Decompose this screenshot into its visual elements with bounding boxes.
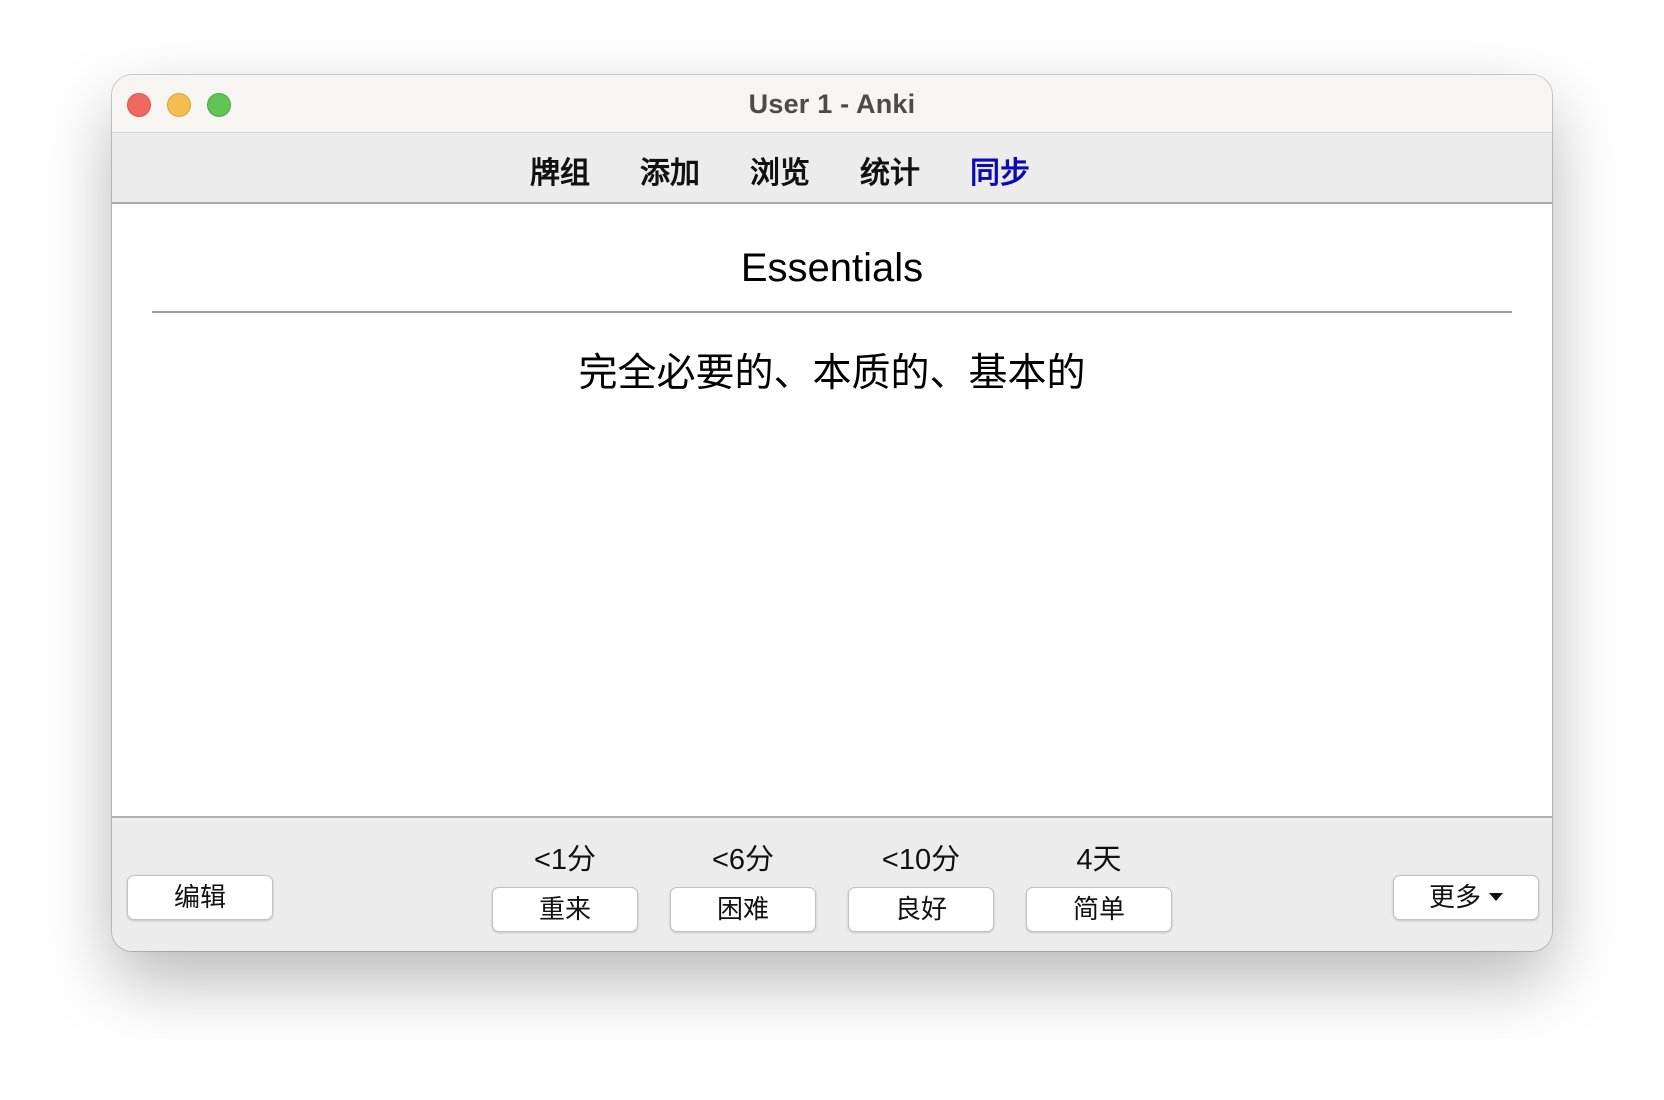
toolbar-stats-link[interactable]: 统计 [860, 148, 920, 192]
toolbar-decks-link[interactable]: 牌组 [530, 148, 590, 192]
toolbar-add-link[interactable]: 添加 [640, 148, 700, 192]
review-bottom-bar: 编辑 <1分 <6分 <10分 4天 重来 困难 良好 简单 更多 [112, 818, 1552, 951]
card-view: Essentials 完全必要的、本质的、基本的 [112, 204, 1552, 818]
edit-button[interactable]: 编辑 [127, 875, 273, 920]
caret-down-icon [1489, 893, 1503, 902]
more-button-label: 更多 [1428, 882, 1481, 912]
again-interval: <1分 [533, 844, 597, 876]
more-button[interactable]: 更多 [1393, 875, 1539, 920]
title-bar: User 1 - Anki [112, 75, 1552, 133]
card-front-text: Essentials [740, 246, 924, 290]
toolbar-sync-link[interactable]: 同步 [970, 148, 1030, 192]
hard-button[interactable]: 困难 [670, 887, 816, 932]
good-interval: <10分 [881, 844, 961, 876]
again-button[interactable]: 重来 [492, 887, 638, 932]
answer-divider [152, 311, 1512, 313]
easy-interval: 4天 [1076, 844, 1122, 876]
easy-button[interactable]: 简单 [1026, 887, 1172, 932]
window-title: User 1 - Anki [748, 89, 916, 119]
card-back-text: 完全必要的、本质的、基本的 [578, 352, 1086, 395]
toolbar-browse-link[interactable]: 浏览 [750, 148, 810, 192]
anki-window: User 1 - Anki 牌组 添加 浏览 统计 同步 Essentials … [112, 75, 1552, 951]
main-toolbar: 牌组 添加 浏览 统计 同步 [112, 133, 1552, 204]
good-button[interactable]: 良好 [848, 887, 994, 932]
hard-interval: <6分 [711, 844, 775, 876]
